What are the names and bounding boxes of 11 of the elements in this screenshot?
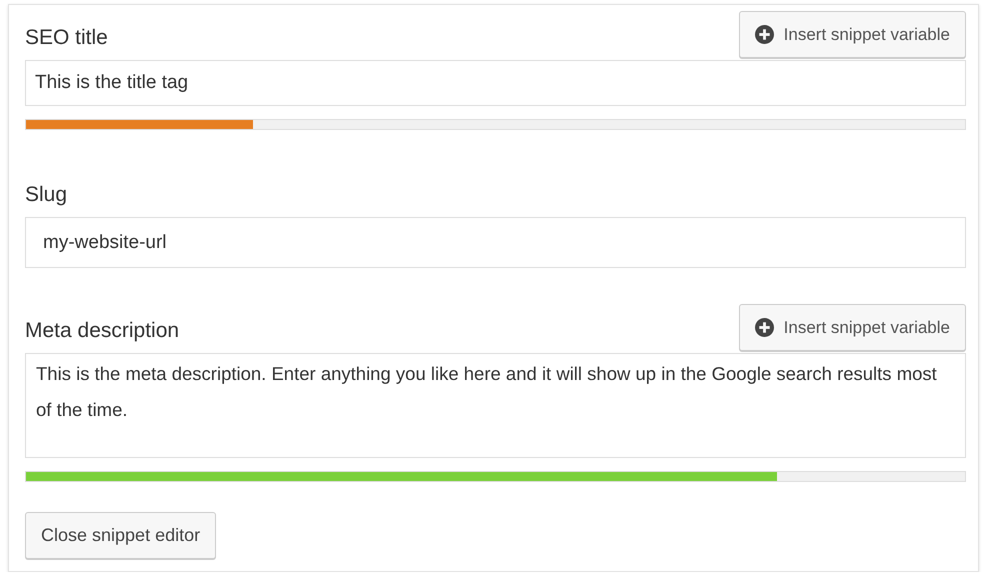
text-field[interactable]: my-website-url [25,217,966,268]
plus-circle-icon [754,318,774,337]
field-label: Slug [25,183,68,208]
field-label: SEO title [25,26,108,51]
insert-variable-button[interactable]: Insert snippet variable [738,11,966,58]
text-area[interactable]: This is the meta description. Enter anything you like here and it will show up in the Google search results most of the time. [25,353,966,458]
text-field[interactable]: This is the title tag [25,60,966,106]
plus-circle-icon [754,25,774,44]
field-label: Meta description [25,319,180,344]
close-editor-button[interactable]: Close snippet editor [25,512,216,559]
insert-variable-button[interactable]: Insert snippet variable [738,304,966,351]
